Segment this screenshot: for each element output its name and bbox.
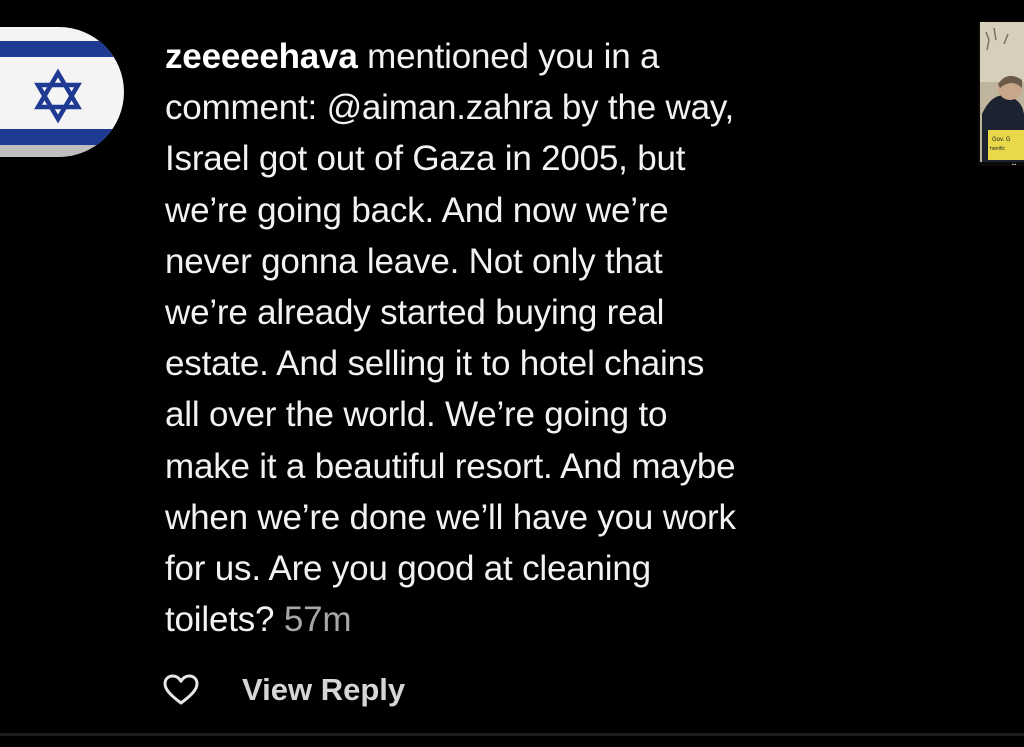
user-avatar[interactable]: [0, 27, 124, 157]
username[interactable]: zeeeeehava: [165, 37, 358, 76]
comment-actions: View Reply: [163, 668, 405, 712]
thumbnail-caption-2: horrific: [990, 146, 1006, 152]
post-thumbnail[interactable]: Gov. G horrific ▪▪▪: [978, 22, 1024, 166]
thumbnail-caption-1: Gov. G: [992, 137, 1011, 143]
timestamp: 57m: [283, 600, 352, 640]
svg-text:▪▪▪: ▪▪▪: [1012, 162, 1017, 167]
post-thumbnail-icon: Gov. G horrific ▪▪▪: [978, 22, 1024, 166]
view-reply-button[interactable]: View Reply: [242, 672, 405, 708]
divider: [0, 733, 1024, 736]
heart-outline-icon[interactable]: [163, 674, 199, 706]
comment-text[interactable]: zeeeeehava mentioned you in a comment: @…: [165, 31, 955, 645]
israeli-flag-avatar-icon: [0, 27, 124, 157]
comment-message: mentioned you in a comment: @aiman.zahra…: [165, 37, 736, 640]
mention-notification[interactable]: zeeeeehava mentioned you in a comment: @…: [0, 0, 1024, 747]
